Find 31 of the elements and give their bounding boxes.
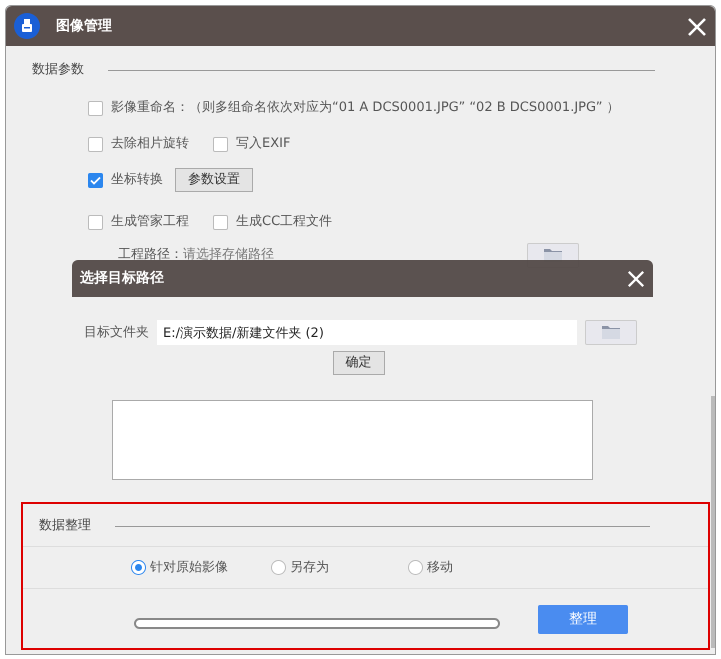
radio-button[interactable] xyxy=(408,560,423,575)
dialog-title: 选择目标路径 xyxy=(80,269,164,288)
folder-icon xyxy=(601,324,621,340)
path-field[interactable]: E:/演示数据/新建文件夹 (2) xyxy=(157,320,577,345)
checkbox[interactable] xyxy=(213,214,228,230)
window-title: 图像管理 xyxy=(56,16,112,36)
checkbox[interactable] xyxy=(213,136,228,152)
folder-icon xyxy=(543,246,563,263)
checkbox[interactable] xyxy=(88,214,103,230)
checkbox[interactable] xyxy=(88,100,103,116)
field-label: 目标文件夹 xyxy=(84,324,149,342)
field-label: 工程路径： xyxy=(118,246,183,264)
checkbox-label: 写入EXIF xyxy=(236,135,290,154)
radio-button[interactable] xyxy=(271,560,286,575)
section-heading: 数据整理 xyxy=(39,517,91,536)
radio-label: 针对原始影像 xyxy=(150,558,228,577)
settings-button[interactable]: 参数设置 xyxy=(175,168,253,192)
checkbox[interactable] xyxy=(88,172,103,188)
checkbox-label: 生成CC工程文件 xyxy=(236,213,332,232)
radio-label: 另存为 xyxy=(290,558,329,577)
radio-label: 移动 xyxy=(427,558,453,577)
checkbox-label: 生成管家工程 xyxy=(111,213,189,232)
checkbox[interactable] xyxy=(88,136,103,152)
confirm-button[interactable]: 确定 xyxy=(332,351,384,374)
app-logo-icon xyxy=(14,13,40,39)
checkbox-label: 坐标转换 xyxy=(111,171,163,190)
path-field[interactable]: 请选择存储路径 xyxy=(183,245,513,265)
checkbox-label: 影像重命名：（则多组命名依次对应为“01 A DCS0001.JPG” “02 B DCS0001.JPG” ） xyxy=(111,99,620,118)
section-heading: 数据参数 xyxy=(32,61,84,80)
radio-button[interactable] xyxy=(131,560,146,575)
checkbox-label: 去除相片旋转 xyxy=(111,135,189,154)
